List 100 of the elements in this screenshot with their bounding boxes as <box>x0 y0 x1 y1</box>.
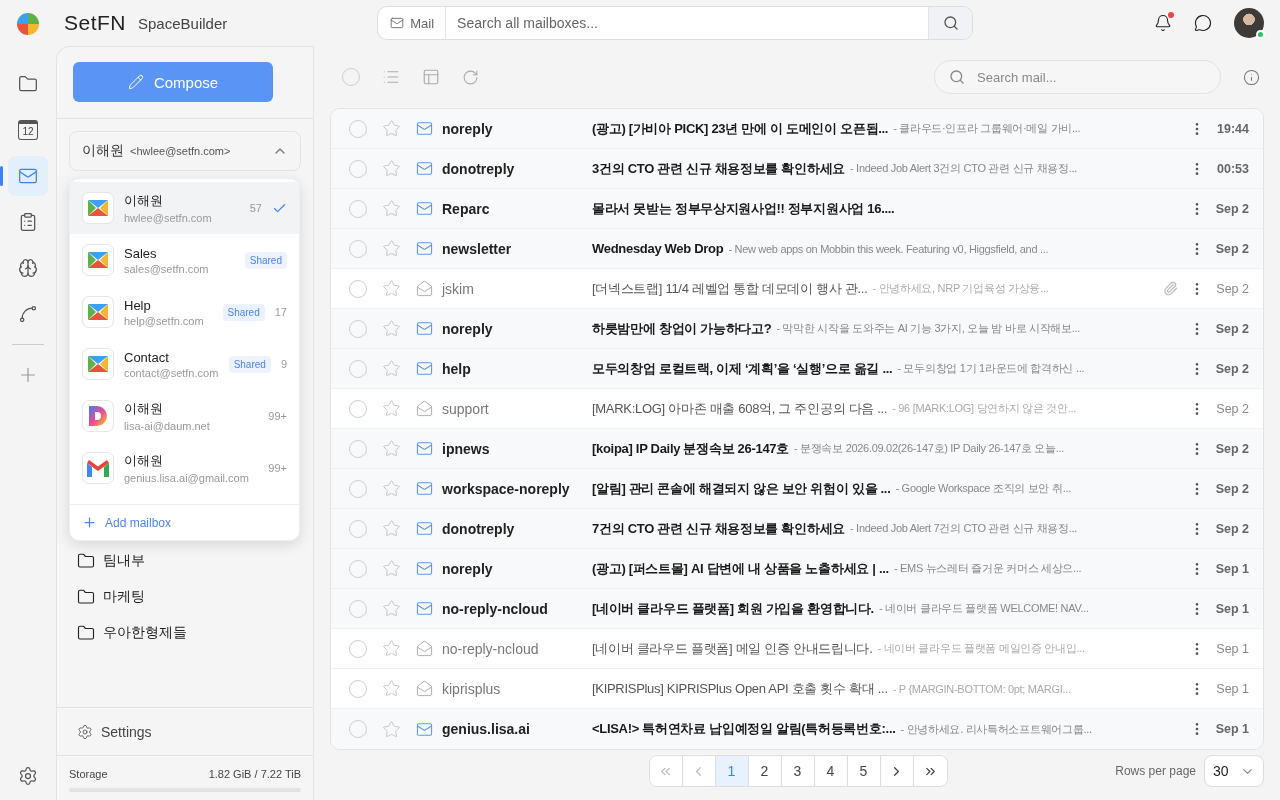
search-icon <box>942 15 959 31</box>
mailbox-address: genius.lisa.ai@gmail.com <box>124 472 250 484</box>
email-subject: [알림] 관리 콘솔에 해결되지 않은 보안 위험이 있을 ... <box>592 479 891 498</box>
open-envelope-icon <box>416 680 433 697</box>
email-preview: - 96 [MARK:LOG] 당연하지 않은 것안... <box>892 401 1076 416</box>
folder-item[interactable]: 마케팅 <box>103 588 145 606</box>
pencil-icon <box>127 74 144 90</box>
layout-icon[interactable] <box>422 68 440 86</box>
star-icon[interactable] <box>382 119 401 138</box>
search-button[interactable] <box>928 7 973 39</box>
email-preview: - P {MARGIN-BOTTOM: 0pt; MARGI... <box>892 682 1071 695</box>
star-icon[interactable] <box>382 279 401 298</box>
email-row[interactable]: Reparc 몰라서 못받는 정부무상지원사업!! 정부지원사업 16.... Sep 2 <box>331 189 1263 229</box>
mail-search-field[interactable]: Search mail... <box>975 68 1206 86</box>
email-row[interactable]: workspace-noreply [알림] 관리 콘솔에 해결되지 않은 보안 위험이 있을 ... - Google Workspace 조직의 보안 취... Sep 2 <box>331 469 1263 509</box>
mailbox-name: 이해원 <box>124 192 164 210</box>
info-icon[interactable] <box>1243 68 1260 86</box>
folder-item[interactable]: 우아한형제들 <box>103 624 187 642</box>
select-value: 30 <box>1213 763 1229 779</box>
email-date: Sep 2 <box>1214 441 1250 456</box>
email-row[interactable]: help 모두의창업 로컬트랙, 이제 ‘계획’을 ‘실행’으로 옮길 ... - 모두의창업 1기 1라운드에 합격하신 ... Sep 2 <box>331 349 1263 389</box>
folder-item[interactable]: 팀내부 <box>103 552 145 570</box>
sender-name: noreply <box>442 120 494 137</box>
first-page-button[interactable] <box>649 756 683 786</box>
sender-name: genius.lisa.ai <box>442 721 531 737</box>
email-subject: 몰라서 못받는 정부무상지원사업!! 정부지원사업 16.... <box>592 199 895 218</box>
online-status-dot <box>1256 30 1265 39</box>
mail-search-bar[interactable]: Search mail... <box>934 60 1221 94</box>
email-date: 19:44 <box>1216 121 1250 136</box>
mailbox-name: 이해원 <box>124 400 164 418</box>
email-row[interactable]: noreply (광고) [가비아 PICK] 23년 만에 이 도메인이 오픈됩... - 클라우드·인프라 그룹웨어·메일 가비... 19:44 <box>331 109 1263 149</box>
email-date: Sep 2 <box>1214 321 1250 336</box>
bell-icon[interactable] <box>1154 14 1172 32</box>
plus-icon <box>82 515 97 530</box>
email-date: Sep 2 <box>1214 521 1250 536</box>
email-date: Sep 1 <box>1214 561 1250 576</box>
email-row[interactable]: noreply (광고) [퍼스트몰] AI 답변에 내 상품을 노출하세요 | ... - EMS 뉴스레터 즐거운 커머스 세상으... Sep 1 <box>331 549 1263 589</box>
email-row[interactable]: ipnews [koipa] IP Daily 분쟁속보 26-147호 - 분쟁속보 2026.09.02(26-147호) IP Daily 26-147호 오늘... Sep 2 <box>331 429 1263 469</box>
star-icon[interactable] <box>382 359 401 378</box>
star-icon[interactable] <box>382 679 401 698</box>
email-row[interactable]: no-reply-ncloud [네이버 클라우드 플랫폼] 회원 가입을 환영합니다. - 네이버 클라우드 플랫폼 WELCOME! NAV... Sep 1 <box>331 589 1263 629</box>
star-icon[interactable] <box>382 479 401 498</box>
mailbox-item[interactable]: 이해원 hwlee@setfn.com 57 <box>70 182 299 234</box>
storage-label: Storage <box>69 768 108 780</box>
star-icon[interactable] <box>382 319 401 338</box>
email-row[interactable]: noreply 하룻밤만에 창업이 가능하다고? - 막막한 시작을 도와주는 AI 기능 3가지, 오늘 밤 바로 시작해보... Sep 2 <box>331 309 1263 349</box>
email-subject: [네이버 클라우드 플랫폼] 회원 가입을 환영합니다. <box>592 599 874 618</box>
chat-icon[interactable] <box>1194 14 1212 32</box>
sender-name: workspace-noreply <box>442 480 571 497</box>
sender-name: noreply <box>442 320 494 337</box>
email-row[interactable]: newsletter Wednesday Web Drop - New web apps on Mobbin this week. Featuring v0, Higgsfield, and ... Sep 2 <box>331 229 1263 269</box>
envelope-icon <box>416 480 433 497</box>
email-row[interactable]: donotreply 7건의 CTO 관련 신규 채용정보를 확인하세요 - Indeed Job Alert 7건의 CTO 관련 신규 채용정... Sep 2 <box>331 509 1263 549</box>
email-subject: 7건의 CTO 관련 신규 채용정보를 확인하세요 <box>592 519 845 538</box>
avatar[interactable] <box>1234 8 1264 38</box>
sender-name: no-reply-ncloud <box>442 640 540 657</box>
email-row[interactable]: donotreply 3건의 CTO 관련 신규 채용정보를 확인하세요 - Indeed Job Alert 3건의 CTO 관련 신규 채용정... 00:53 <box>331 149 1263 189</box>
mailbox-name: Sales <box>124 245 158 261</box>
email-row[interactable]: genius.lisa.ai <LISA!> 특허연차료 납입예정일 알림(특허등록번호:... - 안녕하세요. 리사특허소프트웨어그룹... Sep 1 <box>331 709 1263 749</box>
email-date: Sep 2 <box>1214 481 1250 496</box>
mailbox-item[interactable]: Help help@setfn.com Shared 17 <box>70 286 299 338</box>
mail-logo-icon <box>88 304 108 320</box>
star-icon[interactable] <box>382 159 401 178</box>
sender-name: donotreply <box>442 520 516 537</box>
star-icon[interactable] <box>382 599 401 618</box>
star-icon[interactable] <box>382 719 401 739</box>
sender-name: jskim <box>442 280 475 297</box>
star-icon[interactable] <box>382 239 401 258</box>
envelope-icon <box>416 440 433 457</box>
mailbox-selector[interactable]: 이해원 <hwlee@setfn.com> <box>69 131 301 171</box>
mailbox-item[interactable]: 이해원 genius.lisa.ai@gmail.com 99+ <box>70 442 299 494</box>
rows-per-page-select[interactable]: 30 <box>1204 755 1264 787</box>
product-name: SpaceBuilder <box>138 14 228 32</box>
email-preview: - 안녕하세요. 리사특허소프트웨어그룹... <box>900 721 1092 737</box>
scope-label[interactable]: Mail <box>410 15 435 31</box>
mailbox-item[interactable]: Sales sales@setfn.com Shared <box>70 234 299 286</box>
star-icon[interactable] <box>382 639 401 658</box>
mailbox-address: sales@setfn.com <box>124 262 210 275</box>
email-preview: - 막막한 시작을 도와주는 AI 기능 3가지, 오늘 밤 바로 시작해보... <box>776 321 1081 336</box>
settings-icon[interactable] <box>18 766 38 786</box>
envelope-icon <box>416 240 433 257</box>
settings-link[interactable]: Settings <box>57 707 313 755</box>
mailbox-item[interactable]: 이해원 lisa-ai@daum.net 99+ <box>70 390 299 442</box>
search-bar[interactable]: Mail Search all mailboxes... <box>377 6 974 40</box>
list-icon[interactable] <box>382 68 400 86</box>
refresh-icon[interactable] <box>462 68 479 86</box>
star-icon[interactable] <box>382 559 401 578</box>
star-icon[interactable] <box>382 519 401 538</box>
email-preview: - New web apps on Mobbin this week. Featuring v0, Higgsfield, and ... <box>728 242 1049 255</box>
sender-name: no-reply-ncloud <box>442 600 549 617</box>
star-icon[interactable] <box>382 439 401 458</box>
email-date: Sep 2 <box>1214 361 1250 376</box>
star-icon[interactable] <box>382 399 401 418</box>
envelope-icon <box>416 160 433 177</box>
star-icon[interactable] <box>382 199 401 218</box>
add-mailbox-link[interactable]: Add mailbox <box>70 504 299 540</box>
email-date: Sep 2 <box>1215 401 1250 416</box>
mailbox-item[interactable]: Contact contact@setfn.com Shared 9 <box>70 338 299 390</box>
app-logo-icon[interactable] <box>16 12 40 36</box>
email-subject: Wednesday Web Drop <box>592 241 724 256</box>
